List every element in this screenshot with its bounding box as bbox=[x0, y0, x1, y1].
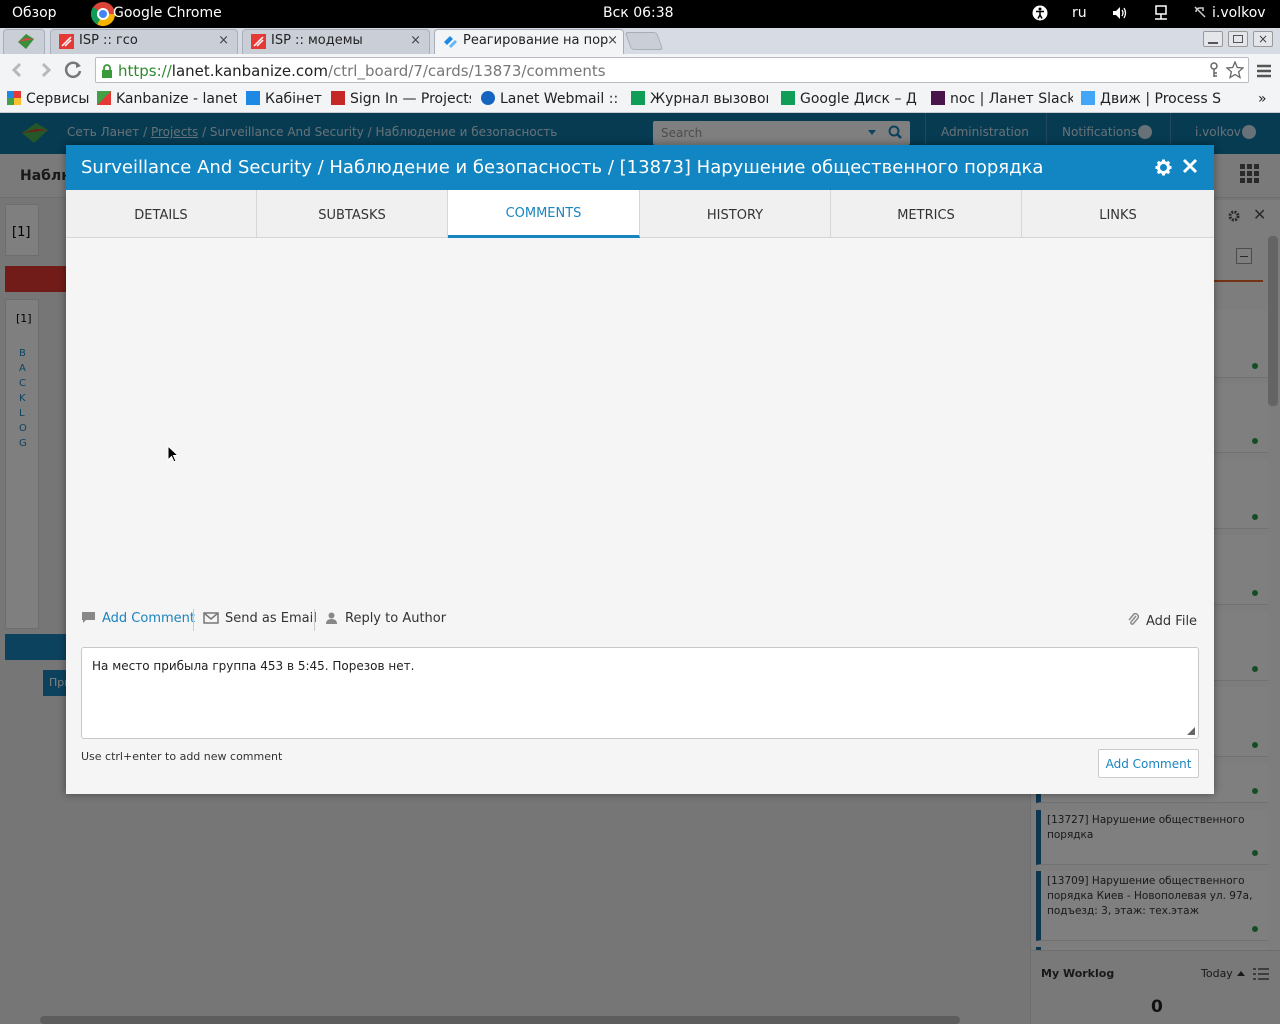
url-host: lanet.kanbanize.com bbox=[171, 62, 328, 80]
comments-list bbox=[66, 239, 1214, 599]
bookmark-google-drive[interactable]: Google Диск – Д bbox=[781, 91, 921, 107]
volume-icon[interactable] bbox=[1112, 5, 1128, 25]
projects-icon bbox=[331, 91, 345, 105]
modal-tabs: DETAILS SUBTASKS COMMENTS HISTORY METRIC… bbox=[66, 190, 1214, 238]
cabinet-icon bbox=[246, 91, 260, 105]
isp-icon bbox=[251, 34, 266, 49]
kanbanize-icon bbox=[443, 34, 458, 49]
bookmark-cabinet[interactable]: Кабінет bbox=[246, 91, 324, 107]
send-as-email-action[interactable]: Send as Email bbox=[203, 611, 317, 628]
address-bar[interactable]: https://lanet.kanbanize.com/ctrl_board/7… bbox=[95, 57, 1249, 83]
add-comment-button[interactable]: Add Comment bbox=[1098, 749, 1199, 778]
tab-title: Реагирование на пор bbox=[463, 33, 609, 48]
bookmark-webmail[interactable]: Lanet Webmail :: , bbox=[481, 91, 621, 107]
comment-icon bbox=[81, 611, 96, 628]
tab-history[interactable]: HISTORY bbox=[640, 190, 831, 238]
tab-metrics[interactable]: METRICS bbox=[831, 190, 1022, 238]
system-top-bar: Обзор Google Chrome Вск 06:38 ru i.volko… bbox=[0, 0, 1280, 28]
language-indicator[interactable]: ru bbox=[1072, 5, 1087, 21]
bookmark-process[interactable]: Движ | Process S bbox=[1081, 91, 1221, 107]
email-icon bbox=[203, 612, 219, 628]
activities-button[interactable]: Обзор bbox=[12, 5, 57, 21]
kanbanize-icon bbox=[18, 34, 34, 49]
gear-icon[interactable] bbox=[1155, 159, 1172, 181]
bookmarks-bar: Сервисы Kanbanize - lanet Кабінет Sign I… bbox=[0, 86, 1280, 113]
tab-isp-modems[interactable]: ISP :: модемы × bbox=[242, 29, 430, 54]
tab-comments[interactable]: COMMENTS bbox=[448, 190, 640, 238]
url-scheme: https:// bbox=[118, 62, 172, 80]
close-tab-icon[interactable]: × bbox=[607, 33, 618, 48]
modal-title: Surveillance And Security / Наблюдение и… bbox=[81, 157, 1044, 178]
tab-links[interactable]: LINKS bbox=[1022, 190, 1214, 238]
minimize-button[interactable] bbox=[1203, 31, 1223, 47]
sheets-icon bbox=[631, 91, 645, 105]
user-menu-icon[interactable] bbox=[1193, 5, 1207, 23]
sheets-icon bbox=[781, 91, 795, 105]
app-name: Google Chrome bbox=[113, 5, 222, 21]
restore-button[interactable] bbox=[1228, 31, 1248, 47]
tab-subtasks[interactable]: SUBTASKS bbox=[257, 190, 448, 238]
isp-icon bbox=[59, 34, 74, 49]
lock-icon bbox=[101, 64, 113, 82]
slack-hash-icon bbox=[931, 91, 945, 105]
bookmark-kanbanize[interactable]: Kanbanize - lanet bbox=[97, 91, 237, 107]
reply-to-author-action[interactable]: Reply to Author bbox=[326, 611, 446, 628]
menu-icon[interactable] bbox=[1256, 63, 1272, 82]
card-details-modal: Surveillance And Security / Наблюдение и… bbox=[66, 145, 1214, 794]
new-tab-button[interactable] bbox=[624, 32, 664, 50]
webmail-icon bbox=[481, 91, 495, 105]
close-modal-icon[interactable] bbox=[1181, 157, 1199, 180]
bookmark-call-log[interactable]: Журнал вызовов bbox=[631, 91, 768, 107]
user-menu[interactable]: i.volkov bbox=[1212, 5, 1266, 21]
browser-tab-strip: ISP :: гсо × ISP :: модемы × Реагировани… bbox=[0, 28, 1280, 54]
bookmark-slack[interactable]: noc | Ланет Slack bbox=[931, 91, 1073, 107]
close-tab-icon[interactable]: × bbox=[410, 33, 421, 48]
clock[interactable]: Вск 06:38 bbox=[603, 5, 674, 21]
tab-kanbanize-active[interactable]: Реагирование на пор × bbox=[434, 29, 624, 54]
bookmark-projects[interactable]: Sign In — Projects bbox=[331, 91, 471, 107]
resize-handle-icon[interactable] bbox=[1187, 727, 1195, 735]
add-comment-action[interactable]: Add Comment bbox=[81, 611, 195, 628]
paperclip-icon bbox=[1128, 613, 1140, 631]
apps-grid-icon bbox=[7, 91, 21, 105]
reload-icon[interactable] bbox=[64, 60, 84, 84]
close-tab-icon[interactable]: × bbox=[218, 33, 229, 48]
close-window-button[interactable]: × bbox=[1253, 31, 1273, 47]
bookmark-star-icon[interactable] bbox=[1225, 60, 1245, 83]
pinned-tab[interactable] bbox=[3, 29, 45, 54]
browser-toolbar: https://lanet.kanbanize.com/ctrl_board/7… bbox=[0, 54, 1280, 86]
comment-textarea[interactable]: На место прибыла группа 453 в 5:45. Поре… bbox=[81, 647, 1199, 739]
url-path: /ctrl_board/7/cards/13873/comments bbox=[327, 62, 606, 80]
kanbanize-icon bbox=[1081, 91, 1095, 105]
key-icon[interactable] bbox=[1207, 62, 1221, 82]
tab-title: ISP :: гсо bbox=[79, 33, 138, 48]
accessibility-icon[interactable] bbox=[1032, 5, 1048, 25]
bookmark-apps[interactable]: Сервисы bbox=[7, 91, 89, 107]
user-icon bbox=[326, 612, 337, 628]
back-icon[interactable] bbox=[8, 60, 28, 84]
mouse-cursor-icon bbox=[167, 445, 179, 463]
bookmarks-overflow[interactable]: » bbox=[1258, 91, 1267, 107]
ctrl-enter-hint: Use ctrl+enter to add new comment bbox=[81, 750, 283, 763]
network-icon[interactable] bbox=[1153, 5, 1169, 25]
forward-icon[interactable] bbox=[35, 60, 55, 84]
add-file-action[interactable]: Add File bbox=[1128, 613, 1197, 631]
modal-header: Surveillance And Security / Наблюдение и… bbox=[66, 145, 1214, 190]
tab-isp-gso[interactable]: ISP :: гсо × bbox=[50, 29, 238, 54]
tab-details[interactable]: DETAILS bbox=[66, 190, 257, 238]
tab-title: ISP :: модемы bbox=[271, 33, 363, 48]
kanbanize-icon bbox=[97, 91, 111, 105]
